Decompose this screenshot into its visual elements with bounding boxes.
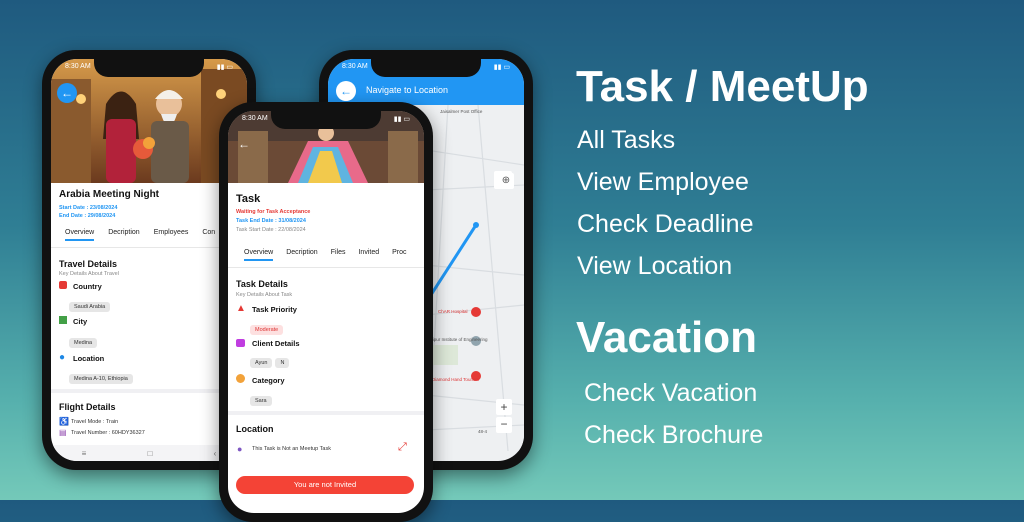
city-chip: Medina	[69, 338, 98, 348]
task-end-date: Task End Date : 31/08/2024	[236, 218, 306, 224]
battery-icon: ▮▮ ▭	[493, 64, 510, 71]
country-label: Country	[73, 282, 102, 291]
home-icon[interactable]: □	[148, 449, 153, 458]
zoom-out-button[interactable]: −	[496, 417, 512, 433]
task-details-subtitle: Key Details About Task	[236, 292, 293, 298]
tab-progress[interactable]: Proc	[392, 249, 406, 261]
status-time: 8:30 AM	[242, 115, 268, 122]
feature-check-vacation: Check Vacation	[584, 379, 758, 407]
menu-icon[interactable]: ≡	[82, 449, 87, 458]
tab-files[interactable]: Files	[331, 249, 346, 261]
event-tabs: Overview Decription Employees Con	[65, 229, 215, 241]
feature-all-tasks: All Tasks	[577, 126, 676, 154]
client-label: Client Details	[252, 339, 300, 348]
city-value: Medina	[69, 331, 100, 349]
map-title: Navigate to Location	[366, 85, 449, 95]
task-tabs-divider	[228, 267, 424, 268]
map-label-institute: Jaipur Institute of Engineering	[428, 337, 488, 342]
country-chip: Saudi Arabia	[69, 302, 111, 312]
back-button[interactable]: ←	[57, 83, 77, 103]
section-divider	[51, 389, 247, 393]
location-chip: Medina A-10, Ethiopia	[69, 374, 133, 384]
phone2-notch	[371, 59, 481, 77]
country-value: Saudi Arabia	[69, 295, 113, 313]
flight-details-title: Flight Details	[59, 402, 116, 412]
location-divider	[228, 411, 424, 415]
task-details-title: Task Details	[236, 279, 288, 289]
location-note: This Task is Not an Meetup Task	[252, 446, 331, 452]
zoom-in-button[interactable]: +	[496, 399, 512, 415]
client-values: Ayun N	[250, 351, 292, 369]
phone1-notch	[94, 59, 204, 77]
travel-number: Travel Number : 60HDY36327	[71, 430, 145, 436]
battery-icon: ▮▮ ▭	[216, 64, 233, 71]
task-back-icon[interactable]: ←	[238, 137, 250, 151]
category-chip: Sara	[250, 396, 272, 406]
phone1-nav-bar: ≡ □ ‹	[51, 445, 247, 461]
map-label-road: 48-4	[478, 429, 488, 434]
map-label-tourism: Diamond Hand Tourism	[432, 377, 479, 382]
category-icon	[236, 374, 245, 383]
travel-number-icon: ▤	[59, 428, 67, 437]
category-label: Category	[252, 376, 285, 385]
travel-details-title: Travel Details	[59, 259, 118, 269]
priority-label: Task Priority	[252, 305, 297, 314]
category-value: Sara	[250, 389, 275, 407]
feature-check-deadline: Check Deadline	[577, 210, 754, 238]
travel-mode: Travel Mode : Train	[71, 419, 119, 425]
client-chip: N	[275, 358, 290, 368]
tab-overview[interactable]: Overview	[65, 229, 95, 241]
phone1-screen: 8:30 AM ▮▮ ▭ ← Arabia Meeting Night Start…	[51, 59, 247, 461]
event-start-date: Start Date : 23/08/2024	[59, 205, 118, 211]
tab-overview[interactable]: Overview	[244, 249, 274, 261]
battery-icon: ▮▮ ▭	[393, 116, 410, 123]
feature-view-location: View Location	[577, 252, 733, 280]
phone3-notch	[271, 111, 381, 129]
tab-description[interactable]: Decription	[286, 249, 318, 261]
tab-contacts[interactable]: Con	[202, 229, 215, 241]
location-value: Medina A-10, Ethiopia	[69, 367, 136, 385]
feature-check-brochure: Check Brochure	[584, 421, 764, 449]
client-chip: Ayun	[250, 358, 273, 368]
priority-value: Moderate	[250, 318, 286, 336]
phone3-screen: 8:30 AM ▮▮ ▭ ← Task Waiting for Task Acce…	[228, 111, 424, 513]
map-back-button[interactable]: ←	[336, 81, 356, 101]
map-label-hospital: ChAR Hospital	[438, 309, 468, 314]
status-time: 8:30 AM	[342, 63, 368, 70]
back-nav-icon[interactable]: ‹	[214, 449, 217, 458]
phone-task-details: 8:30 AM ▮▮ ▭ ← Task Waiting for Task Acce…	[219, 102, 433, 522]
event-image	[51, 59, 247, 183]
tab-invited[interactable]: Invited	[358, 249, 379, 261]
location-pin-icon: ●	[59, 352, 66, 363]
heading-task-meetup: Task / MeetUp	[576, 62, 869, 111]
location-title: Location	[236, 424, 274, 434]
tab-employees[interactable]: Employees	[154, 229, 189, 241]
tabs-divider	[51, 247, 247, 248]
warning-icon: ▲	[236, 303, 246, 314]
expand-icon[interactable]: ⤢	[398, 441, 407, 454]
briefcase-icon	[236, 339, 245, 347]
task-start-date: Task Start Date : 22/08/2024	[236, 227, 306, 233]
location-pin-icon: ●	[237, 444, 243, 454]
task-status: Waiting for Task Acceptance	[236, 209, 311, 215]
event-title: Arabia Meeting Night	[59, 189, 160, 200]
status-time: 8:30 AM	[65, 63, 91, 70]
feature-view-employee: View Employee	[577, 168, 749, 196]
country-flag-icon	[59, 281, 67, 289]
city-label: City	[73, 317, 88, 326]
task-tabs: Overview Decription Files Invited Proc	[244, 249, 407, 261]
map-label-post-office: Jaisalmer Post Office	[440, 109, 483, 114]
tab-description[interactable]: Decription	[108, 229, 140, 241]
event-end-date: End Date : 29/08/2024	[59, 213, 116, 219]
heading-vacation: Vacation	[576, 313, 757, 362]
travel-details-subtitle: Key Details About Travel	[59, 271, 119, 277]
task-title: Task	[236, 193, 261, 205]
my-location-icon[interactable]: ⊕	[498, 173, 514, 189]
travel-mode-icon: ♿	[59, 417, 69, 426]
priority-chip: Moderate	[250, 325, 284, 335]
location-label: Location	[73, 354, 105, 363]
city-building-icon	[59, 316, 67, 324]
not-invited-button[interactable]: You are not Invited	[236, 476, 414, 494]
